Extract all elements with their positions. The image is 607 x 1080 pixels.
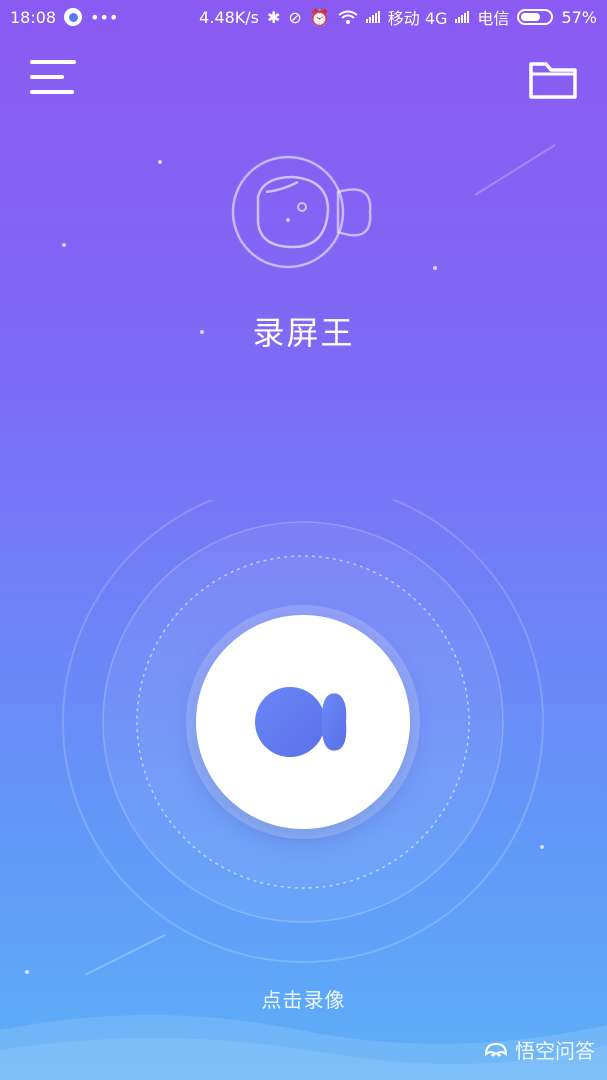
battery-percent: 57% — [561, 7, 597, 27]
status-bar: 18:08 ••• 4.48K/s ✱ ⊘ ⏰ 移动 4G 电信 57% — [0, 0, 607, 34]
battery-icon — [517, 9, 554, 25]
wifi-icon — [338, 10, 358, 24]
bg-star — [158, 160, 162, 164]
mute-icon: ⊘ — [288, 7, 302, 27]
bg-star — [433, 266, 437, 270]
signal-icon — [455, 11, 470, 23]
alarm-icon: ⏰ — [309, 7, 330, 27]
net-speed: 4.48K/s — [199, 7, 260, 27]
carrier-primary: 移动 4G — [387, 9, 448, 28]
bg-streak — [474, 144, 556, 196]
record-button[interactable] — [196, 615, 410, 829]
status-more: ••• — [90, 7, 119, 27]
carrier-secondary: 电信 — [477, 9, 510, 28]
signal-icon — [365, 11, 380, 23]
bg-star — [62, 243, 66, 247]
battery-fill — [521, 13, 540, 21]
recording-app-icon — [64, 8, 83, 26]
status-time: 18:08 — [10, 7, 57, 27]
watermark-text: 悟空问答 — [515, 1039, 595, 1063]
watermark: 悟空问答 — [483, 1035, 595, 1064]
bluetooth-icon: ✱ — [267, 7, 281, 27]
app-title: 录屏王 — [252, 314, 355, 352]
record-camera-icon — [255, 687, 347, 757]
menu-icon[interactable] — [30, 58, 78, 98]
camera-logo-icon — [231, 155, 372, 269]
folder-icon[interactable] — [528, 58, 578, 100]
wukong-logo-icon — [484, 1042, 508, 1056]
